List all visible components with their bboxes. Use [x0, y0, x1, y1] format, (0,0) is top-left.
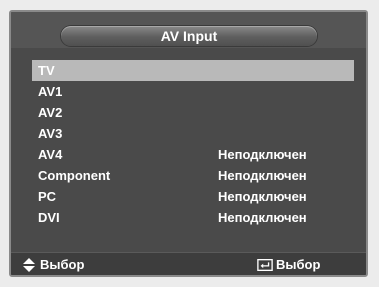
- input-list: TV AV1 AV2 AV3 AV4 Неподключен Component…: [32, 60, 354, 228]
- input-item-tv[interactable]: TV: [32, 60, 354, 81]
- enter-label: Выбор: [276, 257, 321, 272]
- navigate-label: Выбор: [40, 257, 85, 272]
- navigate-hint: Выбор: [21, 253, 85, 275]
- menu-header: AV Input: [11, 12, 366, 48]
- input-status: Неподключен: [218, 168, 307, 183]
- input-name: PC: [38, 189, 57, 204]
- input-item-component[interactable]: Component Неподключен: [32, 165, 354, 186]
- input-item-av3[interactable]: AV3: [32, 123, 354, 144]
- input-name: TV: [38, 63, 55, 78]
- footer-hints: Выбор Выбор: [11, 252, 366, 275]
- input-item-av4[interactable]: AV4 Неподключен: [32, 144, 354, 165]
- input-item-av1[interactable]: AV1: [32, 81, 354, 102]
- input-name: DVI: [38, 210, 60, 225]
- av-input-menu: AV Input TV AV1 AV2 AV3 AV4 Неподключен …: [9, 10, 368, 277]
- input-item-pc[interactable]: PC Неподключен: [32, 186, 354, 207]
- input-status: Неподключен: [218, 147, 307, 162]
- input-name: AV2: [38, 105, 63, 120]
- enter-icon: [257, 258, 273, 271]
- input-status: Неподключен: [218, 210, 307, 225]
- input-name: Component: [38, 168, 111, 183]
- enter-hint: Выбор: [257, 253, 321, 275]
- input-name: AV4: [38, 147, 63, 162]
- menu-title: AV Input: [61, 26, 317, 46]
- input-name: AV3: [38, 126, 63, 141]
- input-status: Неподключен: [218, 189, 307, 204]
- up-down-arrows-icon: [23, 257, 35, 272]
- input-name: AV1: [38, 84, 63, 99]
- input-item-av2[interactable]: AV2: [32, 102, 354, 123]
- input-item-dvi[interactable]: DVI Неподключен: [32, 207, 354, 228]
